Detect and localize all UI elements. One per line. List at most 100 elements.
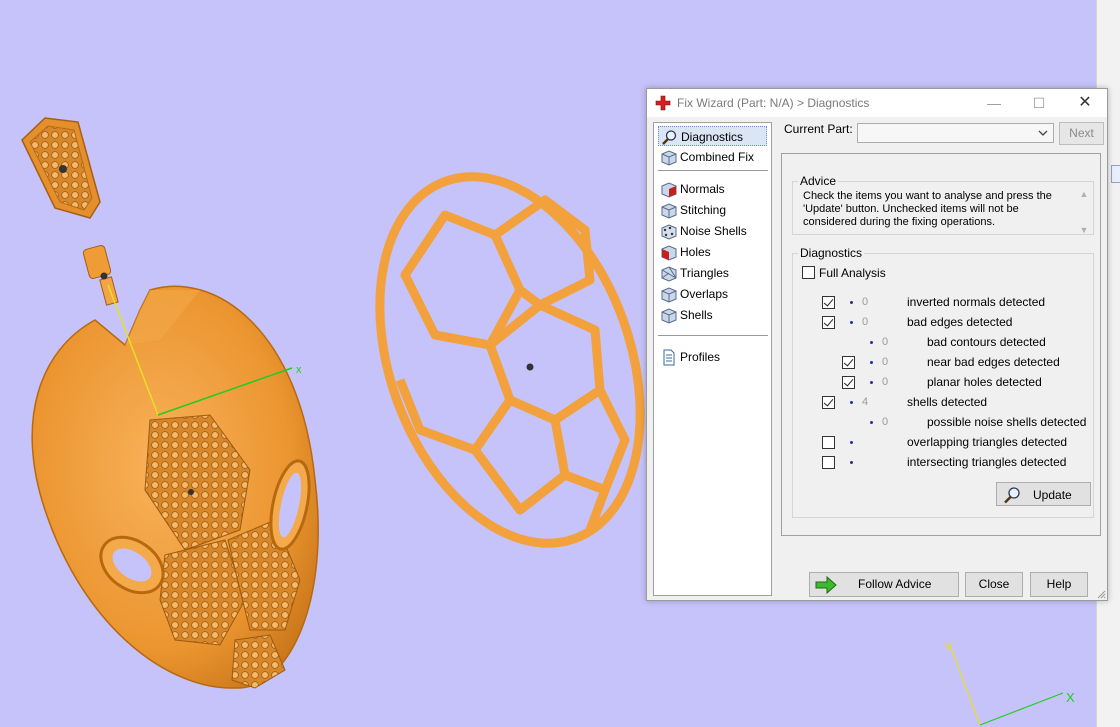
minimize-button[interactable]: — xyxy=(980,93,1008,113)
advice-group: Advice Check the items you want to analy… xyxy=(792,174,1094,235)
planar-holes-label: planar holes detected xyxy=(927,375,1042,389)
near-bad-edges-checkbox[interactable] xyxy=(842,356,855,369)
nav-item-diagnostics[interactable]: Diagnostics xyxy=(658,126,767,146)
noise-shells-icon xyxy=(661,224,677,240)
nav-item-normals[interactable]: Normals xyxy=(658,179,767,199)
planar-holes-count: 0 xyxy=(882,376,889,388)
row-bullet xyxy=(870,421,873,424)
scroll-up-icon[interactable]: ▲ xyxy=(1079,190,1089,199)
row-bullet xyxy=(850,461,853,464)
follow-advice-label: Follow Advice xyxy=(858,577,932,591)
document-icon xyxy=(663,349,675,366)
next-button[interactable]: Next xyxy=(1059,122,1104,145)
nav-item-combined-fix[interactable]: Combined Fix xyxy=(658,147,767,167)
red-cross-icon xyxy=(655,95,671,111)
nav-item-profiles[interactable]: Profiles xyxy=(658,347,767,367)
full-analysis-label: Full Analysis xyxy=(819,266,886,280)
nav-item-shells[interactable]: Shells xyxy=(658,305,767,325)
near-bad-edges-count: 0 xyxy=(882,356,889,368)
lattice-frame-part[interactable] xyxy=(332,140,687,579)
nav-item-holes[interactable]: Holes xyxy=(658,242,767,262)
row-bullet xyxy=(870,361,873,364)
nav-separator xyxy=(658,170,768,171)
close-window-button[interactable]: ✕ xyxy=(1071,93,1099,113)
holes-cube-icon xyxy=(661,245,677,261)
help-button[interactable]: Help xyxy=(1030,572,1088,597)
diagnostics-panel: Advice Check the items you want to analy… xyxy=(781,153,1101,536)
current-part-select[interactable] xyxy=(857,123,1054,143)
row-bullet xyxy=(850,301,853,304)
bad-contours-count: 0 xyxy=(882,336,889,348)
panel-tab[interactable] xyxy=(1111,165,1120,183)
update-button[interactable]: Update xyxy=(996,482,1091,506)
cube-icon xyxy=(661,150,677,166)
row-bullet xyxy=(850,321,853,324)
bad-edges-count: 0 xyxy=(862,316,869,328)
shells-count: 4 xyxy=(862,396,869,408)
nav-item-stitching[interactable]: Stitching xyxy=(658,200,767,220)
current-part-label: Current Part: xyxy=(784,122,853,136)
inverted-normals-count: 0 xyxy=(862,296,869,308)
bad-edges-checkbox[interactable] xyxy=(822,316,835,329)
dialog-title: Fix Wizard (Part: N/A) > Diagnostics xyxy=(677,96,870,110)
intersecting-triangles-checkbox[interactable] xyxy=(822,456,835,469)
magnifier-icon xyxy=(1004,487,1020,504)
inverted-normals-label: inverted normals detected xyxy=(907,295,1046,309)
wizard-nav: Diagnostics Combined Fix Normals Stitchi… xyxy=(653,122,772,596)
triangles-cube-icon xyxy=(661,266,677,282)
update-label: Update xyxy=(1033,488,1072,502)
stitching-cube-icon xyxy=(661,203,677,219)
dialog-titlebar[interactable]: Fix Wizard (Part: N/A) > Diagnostics — ☐… xyxy=(647,89,1107,117)
row-bullet xyxy=(850,401,853,404)
nav-item-overlaps[interactable]: Overlaps xyxy=(658,284,767,304)
fix-wizard-dialog: Fix Wizard (Part: N/A) > Diagnostics — ☐… xyxy=(646,88,1108,601)
advice-legend: Advice xyxy=(800,174,837,188)
resize-grip-icon[interactable] xyxy=(1096,589,1106,599)
near-bad-edges-label: near bad edges detected xyxy=(927,355,1060,369)
nav-item-triangles[interactable]: Triangles xyxy=(658,263,767,283)
advice-scrollbar[interactable]: ▲ ▼ xyxy=(1077,188,1091,235)
full-analysis-checkbox[interactable] xyxy=(802,266,815,279)
nav-item-noise-shells[interactable]: Noise Shells xyxy=(658,221,767,241)
world-x-label: X xyxy=(1066,690,1075,705)
noise-shells-count: 0 xyxy=(882,416,889,428)
nav-item-label: Overlaps xyxy=(680,287,729,301)
nav-item-label: Profiles xyxy=(680,350,721,364)
overlapping-triangles-label: overlapping triangles detected xyxy=(907,435,1068,449)
overlapping-triangles-checkbox[interactable] xyxy=(822,436,835,449)
bad-contours-label: bad contours detected xyxy=(927,335,1046,349)
world-y-label: Y xyxy=(944,640,952,654)
nav-item-label: Stitching xyxy=(680,203,727,217)
chevron-down-icon xyxy=(1038,130,1048,136)
diagnostics-legend: Diagnostics xyxy=(800,246,863,260)
noise-shells-label: possible noise shells detected xyxy=(927,415,1087,429)
row-bullet xyxy=(870,381,873,384)
svg-text:x: x xyxy=(296,364,302,376)
close-button[interactable]: Close xyxy=(965,572,1023,597)
shells-checkbox[interactable] xyxy=(822,396,835,409)
arrow-right-icon xyxy=(815,575,837,595)
nav-item-label: Holes xyxy=(680,245,711,259)
nav-item-label: Triangles xyxy=(680,266,729,280)
world-axes: X Y xyxy=(944,640,1075,726)
row-bullet xyxy=(850,441,853,444)
frame-center-marker xyxy=(526,363,534,371)
maximize-button[interactable]: ☐ xyxy=(1025,93,1053,113)
scroll-down-icon[interactable]: ▼ xyxy=(1079,226,1089,235)
follow-advice-button[interactable]: Follow Advice xyxy=(809,572,959,597)
nav-item-label: Combined Fix xyxy=(680,150,755,164)
shells-cube-icon xyxy=(661,308,677,324)
planar-holes-checkbox[interactable] xyxy=(842,376,855,389)
magnifier-icon xyxy=(662,130,677,145)
diagnostics-group: Diagnostics Full Analysis 0 inverted nor… xyxy=(792,246,1094,518)
nav-separator xyxy=(658,335,768,336)
advice-text: Check the items you want to analyse and … xyxy=(803,190,1052,228)
row-bullet xyxy=(870,341,873,344)
nav-item-label: Normals xyxy=(680,182,725,196)
normals-cube-icon xyxy=(661,182,677,198)
hex-cap-part[interactable] xyxy=(21,117,101,219)
inverted-normals-checkbox[interactable] xyxy=(822,296,835,309)
shells-label: shells detected xyxy=(907,395,988,409)
mouse-shell-part[interactable] xyxy=(31,285,319,689)
intersecting-triangles-label: intersecting triangles detected xyxy=(907,455,1067,469)
